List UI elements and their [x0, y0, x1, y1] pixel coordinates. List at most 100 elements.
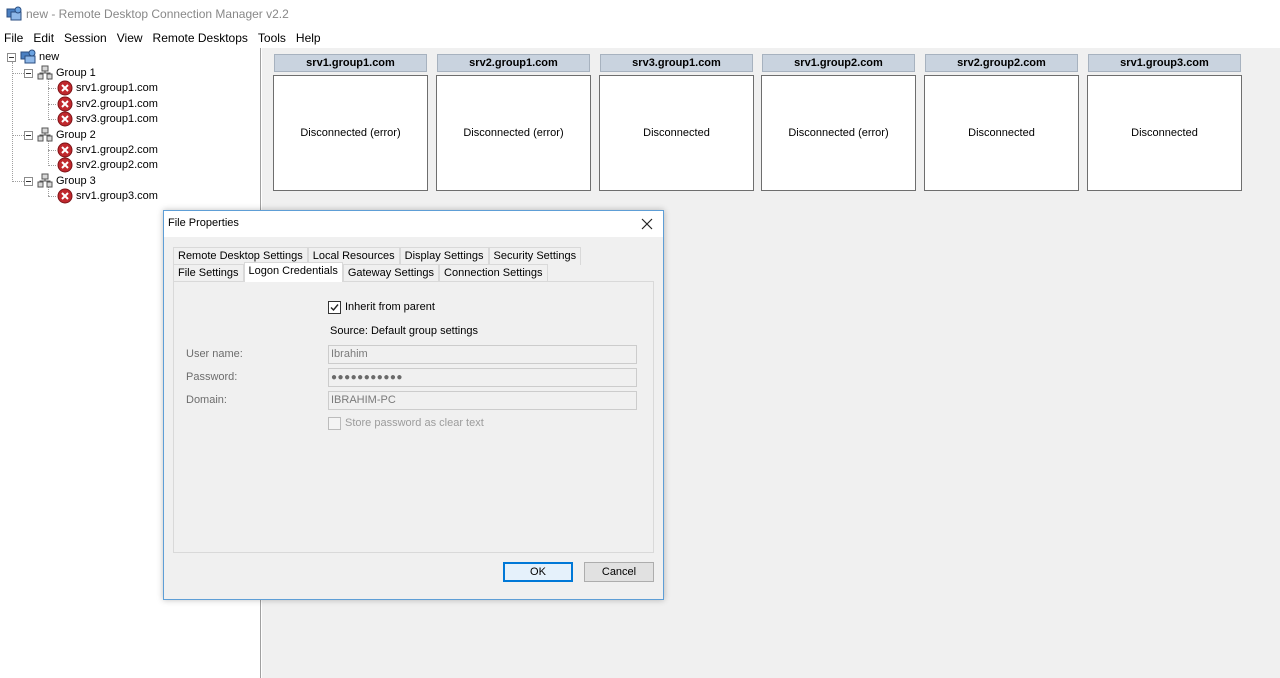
thumbnail-status[interactable]: Disconnected — [924, 75, 1079, 191]
tree-server[interactable]: srv2.group2.com — [57, 157, 158, 173]
tree-group-label: Group 2 — [56, 129, 96, 141]
domain-label: Domain: — [186, 394, 227, 406]
tree-line — [48, 150, 56, 151]
tree-line — [48, 104, 56, 105]
menu-remote-desktops[interactable]: Remote Desktops — [148, 28, 253, 48]
tree-server[interactable]: srv1.group2.com — [57, 142, 158, 158]
tree-server[interactable]: srv1.group3.com — [57, 188, 158, 204]
checkmark-icon — [330, 304, 339, 312]
tree-line — [48, 119, 56, 120]
tab-file-settings[interactable]: File Settings — [173, 264, 244, 282]
ok-button[interactable]: OK — [503, 562, 573, 582]
tree-server-label: srv1.group1.com — [76, 82, 158, 94]
dialog-title: File Properties — [168, 217, 239, 229]
menu-help[interactable]: Help — [291, 28, 326, 48]
tree-line — [48, 140, 49, 164]
rdcman-app-icon — [6, 6, 22, 21]
tree-line — [48, 78, 49, 118]
error-icon — [57, 80, 73, 96]
thumbnail-title: srv2.group1.com — [437, 54, 590, 72]
tab-row-1: Remote Desktop Settings Local Resources … — [173, 247, 582, 265]
thumbnail-status[interactable]: Disconnected (error) — [761, 75, 916, 191]
thumbnail-status[interactable]: Disconnected — [599, 75, 754, 191]
error-icon — [57, 157, 73, 173]
tree-server[interactable]: srv1.group1.com — [57, 80, 158, 96]
tree-line — [12, 73, 24, 74]
error-icon — [57, 188, 73, 204]
tree-server[interactable]: srv2.group1.com — [57, 96, 158, 112]
store-password-checkbox[interactable] — [328, 417, 341, 430]
server-group-icon — [37, 127, 53, 142]
tab-gateway-settings[interactable]: Gateway Settings — [342, 264, 440, 282]
tree-line — [48, 88, 56, 89]
collapse-icon[interactable] — [7, 52, 16, 62]
password-field[interactable]: ●●●●●●●●●●● — [328, 368, 637, 387]
thumbnail-title: srv3.group1.com — [600, 54, 753, 72]
tree-server-label: srv3.group1.com — [76, 113, 158, 125]
title-bar: new - Remote Desktop Connection Manager … — [0, 0, 1280, 28]
menu-bar: File Edit Session View Remote Desktops T… — [0, 28, 1280, 48]
domain-field[interactable]: IBRAHIM-PC — [328, 391, 637, 410]
tree-server-label: srv2.group2.com — [76, 159, 158, 171]
menu-edit[interactable]: Edit — [28, 28, 59, 48]
tree-group-1[interactable]: Group 1 — [24, 65, 96, 81]
tab-logon-credentials[interactable]: Logon Credentials — [243, 262, 343, 282]
thumbnail-status[interactable]: Disconnected — [1087, 75, 1242, 191]
server-group-icon — [37, 173, 53, 188]
tree-group-2[interactable]: Group 2 — [24, 127, 96, 143]
menu-session[interactable]: Session — [59, 28, 112, 48]
thumbnail-status[interactable]: Disconnected (error) — [273, 75, 428, 191]
tree-root-label: new — [39, 51, 60, 63]
collapse-icon[interactable] — [24, 176, 33, 186]
error-icon — [57, 111, 73, 127]
username-field[interactable]: Ibrahim — [328, 345, 637, 364]
server-group-icon — [37, 65, 53, 80]
menu-view[interactable]: View — [112, 28, 148, 48]
source-text: Source: Default group settings — [330, 325, 478, 337]
tree-line — [12, 135, 24, 136]
dialog-title-bar[interactable]: File Properties — [164, 211, 663, 237]
tree-line — [48, 196, 56, 197]
thumbnail-status[interactable]: Disconnected (error) — [436, 75, 591, 191]
tree-line — [48, 165, 56, 166]
collapse-icon[interactable] — [24, 130, 33, 140]
tree-group-3[interactable]: Group 3 — [24, 173, 96, 189]
menu-file[interactable]: File — [0, 28, 28, 48]
tab-display-settings[interactable]: Display Settings — [399, 247, 489, 265]
menu-tools[interactable]: Tools — [253, 28, 291, 48]
tree-line — [12, 62, 13, 180]
collapse-icon[interactable] — [24, 68, 33, 78]
password-label: Password: — [186, 371, 238, 383]
tree-server-label: srv1.group2.com — [76, 144, 158, 156]
tree-root[interactable]: new — [7, 49, 59, 65]
logon-credentials-page: Inherit from parent Source: Default grou… — [173, 281, 654, 553]
tab-security-settings[interactable]: Security Settings — [488, 247, 582, 265]
server-thumbnail[interactable]: srv1.group3.com Disconnected — [1087, 54, 1242, 191]
tree-server-label: srv1.group3.com — [76, 190, 158, 202]
error-icon — [57, 96, 73, 112]
thumbnail-title: srv2.group2.com — [925, 54, 1078, 72]
window-title: new - Remote Desktop Connection Manager … — [26, 7, 289, 21]
server-thumbnail[interactable]: srv2.group2.com Disconnected — [924, 54, 1079, 191]
error-icon — [57, 142, 73, 158]
inherit-checkbox[interactable] — [328, 301, 341, 314]
server-thumbnail[interactable]: srv1.group1.com Disconnected (error) — [273, 54, 428, 191]
file-properties-dialog: File Properties Remote Desktop Settings … — [163, 210, 664, 600]
thumbnail-title: srv1.group3.com — [1088, 54, 1241, 72]
server-thumbnail[interactable]: srv1.group2.com Disconnected (error) — [761, 54, 916, 191]
close-icon[interactable] — [637, 214, 657, 234]
tree-group-label: Group 1 — [56, 67, 96, 79]
tree-group-label: Group 3 — [56, 175, 96, 187]
thumbnail-title: srv1.group1.com — [274, 54, 427, 72]
tab-row-2: File Settings Logon Credentials Gateway … — [173, 262, 548, 282]
tab-connection-settings[interactable]: Connection Settings — [439, 264, 548, 282]
tree-line — [12, 181, 24, 182]
cancel-button[interactable]: Cancel — [584, 562, 654, 582]
inherit-label[interactable]: Inherit from parent — [345, 301, 435, 313]
server-thumbnail[interactable]: srv2.group1.com Disconnected (error) — [436, 54, 591, 191]
rdcman-file-icon — [20, 49, 36, 64]
store-password-label: Store password as clear text — [345, 417, 484, 429]
tree-server[interactable]: srv3.group1.com — [57, 111, 158, 127]
thumbnail-title: srv1.group2.com — [762, 54, 915, 72]
server-thumbnail[interactable]: srv3.group1.com Disconnected — [599, 54, 754, 191]
